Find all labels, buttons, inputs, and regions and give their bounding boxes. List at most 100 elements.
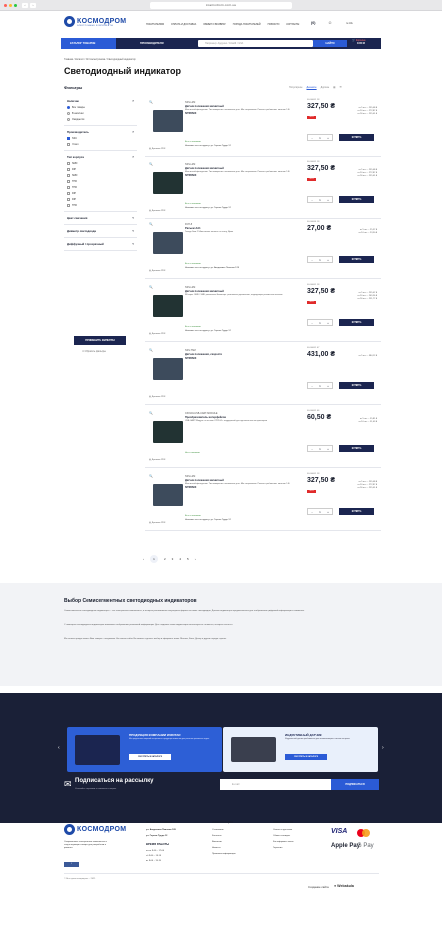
datasheet-link[interactable]: ▤ Даташит PDF	[149, 458, 166, 461]
datasheet-link[interactable]: ▤ Даташит PDF	[149, 209, 166, 212]
chevron-up-icon[interactable]: ˄	[132, 130, 134, 134]
product-name[interactable]: Разъем AA1	[185, 227, 310, 230]
chevron-up-icon[interactable]: ˄	[132, 155, 134, 159]
plus-button[interactable]: +	[324, 257, 332, 262]
quantity-stepper[interactable]: −1 +	[307, 382, 333, 389]
minus-button[interactable]: −	[308, 135, 316, 140]
store-address[interactable]: ул. Академика Павлова 128	[146, 829, 176, 831]
product-name[interactable]: Датчик положения магнитный	[185, 290, 310, 293]
checkbox[interactable]	[67, 204, 70, 207]
quantity-value[interactable]: 1	[316, 446, 324, 451]
product-image[interactable]	[150, 414, 186, 450]
zoom-icon[interactable]: 🔍	[149, 474, 153, 478]
buy-button[interactable]: КУПИТЬ	[339, 382, 374, 389]
nav-item[interactable]: ПОКУПАТЕЛЯМ	[146, 23, 164, 26]
filter-option[interactable]: Yosun	[67, 143, 134, 146]
nav-item[interactable]: ГОРОДА ПОКУПАТЕЛЕЙ	[233, 23, 261, 26]
product-name[interactable]: Датчик положения магнитный	[185, 167, 310, 170]
footer-link[interactable]: О магазине	[212, 829, 224, 831]
carousel-prev-icon[interactable]: ‹	[58, 745, 60, 751]
promo-banner[interactable]: ПРОДУКЦИЯ КОМПАНИИ WIZNTAR Мы предлагаем…	[67, 727, 222, 772]
product-name[interactable]: Датчик положения магнитный	[185, 479, 310, 482]
footer-link[interactable]: Новости	[212, 847, 220, 849]
footer-link[interactable]: Гарантия	[273, 847, 282, 849]
plus-button[interactable]: +	[324, 446, 332, 451]
page-link[interactable]: 5	[187, 557, 189, 561]
filter-diameter[interactable]: Диаметр светодиода ˅	[64, 225, 137, 238]
nav-item[interactable]: НОВОСТИ	[268, 23, 280, 26]
buy-button[interactable]: КУПИТЬ	[339, 256, 374, 263]
minus-button[interactable]: −	[308, 257, 316, 262]
language-switch[interactable]: ru UA	[346, 22, 353, 25]
email-field[interactable]: E-mail	[220, 779, 331, 790]
banner-button[interactable]: СМОТРЕТЬ В КАТАЛОГЕ	[285, 754, 327, 760]
product-card[interactable]: 🔍 SSS-L2M Датчик положения магнитный Магнит…	[145, 159, 381, 219]
quantity-value[interactable]: 1	[316, 320, 324, 325]
product-card[interactable]: 🔍 SSS-TSM Датчик положения, скорости SITRON…	[145, 345, 381, 405]
list-view-icon[interactable]: ☰	[339, 86, 341, 89]
minus-button[interactable]: −	[308, 446, 316, 451]
carousel-next-icon[interactable]: ›	[382, 745, 384, 751]
checkbox[interactable]	[67, 186, 70, 189]
next-page-icon[interactable]: ›	[195, 557, 196, 561]
quantity-stepper[interactable]: −1 +	[307, 196, 333, 203]
datasheet-link[interactable]: ▤ Даташит PDF	[149, 521, 166, 524]
chevron-up-icon[interactable]: ˄	[132, 99, 134, 103]
filter-option[interactable]: Ожидается	[67, 118, 134, 121]
facebook-icon[interactable]: f	[64, 862, 79, 867]
radio[interactable]	[67, 112, 70, 115]
product-image[interactable]	[150, 165, 186, 201]
minus-button[interactable]: −	[308, 320, 316, 325]
product-code[interactable]: SSS-L2M	[185, 475, 310, 478]
sort-cheaper[interactable]: Дешевле	[306, 86, 316, 89]
quantity-value[interactable]: 1	[316, 509, 324, 514]
filter-option[interactable]: В наличии	[67, 112, 134, 115]
product-card[interactable]: 🔍 SSS-L2M Датчик положения магнитный Магнит…	[145, 471, 381, 531]
page-link[interactable]: 4	[179, 557, 181, 561]
filter-color[interactable]: Цвет свечения ˅	[64, 212, 137, 225]
zoom-icon[interactable]: 🔍	[149, 162, 153, 166]
zoom-icon[interactable]: 🔍	[149, 285, 153, 289]
product-card[interactable]: 🔍 FCH-8 Разъем AA1 Гнездо 3мм 2.54мм малое …	[145, 219, 381, 279]
catalog-button[interactable]: КАТАЛОГ ТОВАРОВ	[61, 38, 116, 49]
filter-option[interactable]: THR	[67, 180, 134, 183]
minus-button[interactable]: −	[308, 509, 316, 514]
promo-banner[interactable]: ИНДУКТИВНЫЙ ДАТЧИК Индуктивный датчик пр…	[223, 727, 378, 772]
quantity-value[interactable]: 1	[316, 257, 324, 262]
product-card[interactable]: 🔍 SSS-L2M Датчик положения магнитный Магнит…	[145, 97, 381, 157]
filter-option[interactable]: SMD	[67, 162, 134, 165]
product-code[interactable]: SSS-L2M	[185, 163, 310, 166]
product-code[interactable]: SSS-L2M	[185, 101, 310, 104]
nav-item[interactable]: ОПЛАТА И ДОСТАВКА	[171, 23, 196, 26]
filter-option[interactable]: DIP	[67, 198, 134, 201]
product-image[interactable]	[150, 103, 186, 139]
footer-link[interactable]: Как оформить заказ	[273, 841, 293, 843]
filter-option[interactable]: THR	[67, 204, 134, 207]
checkbox[interactable]	[67, 180, 70, 183]
filter-option[interactable]: DIP	[67, 168, 134, 171]
webakula-logo[interactable]: ● Webakula	[334, 884, 354, 888]
filter-heading[interactable]: Наличие	[67, 99, 79, 103]
filter-option[interactable]: SMD	[67, 174, 134, 177]
footer-link[interactable]: Правовая информация	[212, 853, 236, 855]
quantity-value[interactable]: 1	[316, 383, 324, 388]
product-image[interactable]	[150, 477, 186, 513]
product-image[interactable]	[150, 225, 186, 261]
logo[interactable]: КОСМОДРОМ ЭЛЕКТРОННЫЕ КОМПОНЕНТЫ	[64, 16, 126, 27]
search-button[interactable]: НАЙТИ	[313, 40, 347, 47]
quantity-stepper[interactable]: −1 +	[307, 256, 333, 263]
store-availability[interactable]: Наличие этот по адресу: ул. Академика Па…	[185, 267, 239, 269]
page-link[interactable]: 3	[172, 557, 174, 561]
minus-button[interactable]: −	[308, 383, 316, 388]
breadcrumb[interactable]: Главная / Каталог / Оптоэлектроника / Св…	[64, 58, 136, 61]
prev-page-icon[interactable]: ‹	[143, 557, 144, 561]
footer-link[interactable]: Оплата и доставка	[273, 829, 292, 831]
product-image[interactable]	[150, 288, 186, 324]
product-card[interactable]: 🔍 CP2104-USB-UART-MODULE Преобразователь и…	[145, 408, 381, 468]
page-link[interactable]: 1	[150, 555, 158, 563]
filter-heading[interactable]: Производитель	[67, 130, 89, 134]
buy-button[interactable]: КУПИТЬ	[339, 319, 374, 326]
product-code[interactable]: SSS-TSM	[185, 349, 310, 352]
quantity-value[interactable]: 1	[316, 135, 324, 140]
buy-button[interactable]: КУПИТЬ	[339, 445, 374, 452]
